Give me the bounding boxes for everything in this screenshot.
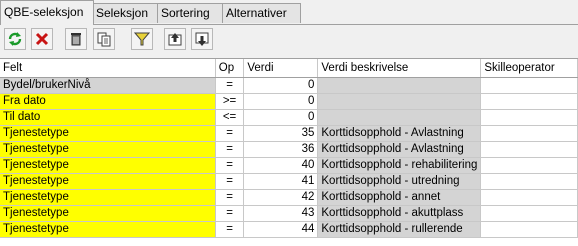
verdi-beskrivelse-cell[interactable]: Korttidsopphold - annet <box>317 189 482 206</box>
verdi-beskrivelse-cell[interactable]: Korttidsopphold - utredning <box>317 173 482 190</box>
export-icon <box>195 32 209 46</box>
delete-button[interactable] <box>31 28 53 50</box>
tab-label: Seleksjon <box>96 6 149 20</box>
tab-label: QBE-seleksjon <box>4 5 84 19</box>
trash-button[interactable] <box>65 28 87 50</box>
verdi-beskrivelse-cell[interactable] <box>317 109 482 126</box>
verdi-cell[interactable]: 0 <box>243 77 319 94</box>
skilleoperator-cell[interactable] <box>480 189 578 206</box>
table-row[interactable]: Til dato <= 0 <box>0 109 578 126</box>
tab-label: Alternativer <box>226 6 287 20</box>
header-row: Felt Op Verdi Verdi beskrivelse Skilleop… <box>0 59 578 78</box>
verdi-beskrivelse-cell[interactable] <box>317 77 482 94</box>
table-row[interactable]: Tjenestetype = 41 Korttidsopphold - utredni… <box>0 173 578 190</box>
felt-cell[interactable]: Tjenestetype <box>0 189 216 206</box>
felt-cell[interactable]: Tjenestetype <box>0 205 216 222</box>
op-cell[interactable]: = <box>215 141 245 158</box>
skilleoperator-cell[interactable] <box>480 141 578 158</box>
op-cell[interactable]: = <box>215 125 245 142</box>
verdi-beskrivelse-cell[interactable]: Korttidsopphold - rullerende <box>317 221 482 238</box>
copy-button[interactable] <box>93 28 115 50</box>
op-cell[interactable]: = <box>215 77 245 94</box>
table-row[interactable]: Tjenestetype = 40 Korttidsopphold - rehabil… <box>0 157 578 174</box>
filter-button[interactable] <box>131 28 153 50</box>
column-header-felt[interactable]: Felt <box>0 59 216 78</box>
verdi-cell[interactable]: 0 <box>243 93 319 110</box>
op-cell[interactable]: = <box>215 189 245 206</box>
verdi-cell[interactable]: 42 <box>243 189 319 206</box>
verdi-beskrivelse-cell[interactable]: Korttidsopphold - akuttplass <box>317 205 482 222</box>
verdi-cell[interactable]: 0 <box>243 109 319 126</box>
qbe-grid: Felt Op Verdi Verdi beskrivelse Skilleop… <box>0 58 578 246</box>
tab-label: Sortering <box>161 6 210 20</box>
verdi-beskrivelse-cell[interactable]: Korttidsopphold - Avlastning <box>317 125 482 142</box>
verdi-cell[interactable]: 41 <box>243 173 319 190</box>
op-cell[interactable]: = <box>215 205 245 222</box>
verdi-cell[interactable]: 36 <box>243 141 319 158</box>
op-cell[interactable]: >= <box>215 93 245 110</box>
verdi-cell[interactable]: 43 <box>243 205 319 222</box>
tab-seleksjon[interactable]: Seleksjon <box>92 3 159 23</box>
refresh-button[interactable] <box>4 28 26 50</box>
op-cell[interactable]: = <box>215 221 245 238</box>
verdi-cell[interactable]: 35 <box>243 125 319 142</box>
skilleoperator-cell[interactable] <box>480 157 578 174</box>
column-header-verdi-beskrivelse[interactable]: Verdi beskrivelse <box>317 59 482 78</box>
op-cell[interactable]: = <box>215 173 245 190</box>
skilleoperator-cell[interactable] <box>480 109 578 126</box>
column-header-verdi[interactable]: Verdi <box>243 59 319 78</box>
skilleoperator-cell[interactable] <box>480 77 578 94</box>
skilleoperator-cell[interactable] <box>480 205 578 222</box>
tab-alternativer[interactable]: Alternativer <box>222 3 301 23</box>
verdi-beskrivelse-cell[interactable] <box>317 93 482 110</box>
felt-cell[interactable]: Tjenestetype <box>0 173 216 190</box>
table-row[interactable]: Bydel/brukerNivå = 0 <box>0 77 578 94</box>
table-row[interactable]: Tjenestetype = 35 Korttidsopphold - Avlastn… <box>0 125 578 142</box>
op-cell[interactable]: = <box>215 157 245 174</box>
copy-icon <box>97 32 111 47</box>
verdi-cell[interactable]: 40 <box>243 157 319 174</box>
op-cell[interactable]: <= <box>215 109 245 126</box>
table-row[interactable]: Tjenestetype = 36 Korttidsopphold - Avlastn… <box>0 141 578 158</box>
import-button[interactable] <box>164 28 186 50</box>
table-row[interactable]: Fra dato >= 0 <box>0 93 578 110</box>
skilleoperator-cell[interactable] <box>480 221 578 238</box>
felt-cell[interactable]: Til dato <box>0 109 216 126</box>
felt-cell[interactable]: Tjenestetype <box>0 221 216 238</box>
felt-cell[interactable]: Bydel/brukerNivå <box>0 77 216 94</box>
table-row[interactable]: Tjenestetype = 44 Korttidsopphold - rullere… <box>0 221 578 238</box>
verdi-cell[interactable]: 44 <box>243 221 319 238</box>
felt-cell[interactable]: Fra dato <box>0 93 216 110</box>
trash-icon <box>71 33 81 46</box>
verdi-beskrivelse-cell[interactable]: Korttidsopphold - rehabilitering <box>317 157 482 174</box>
qbe-table: Felt Op Verdi Verdi beskrivelse Skilleop… <box>0 59 578 238</box>
felt-cell[interactable]: Tjenestetype <box>0 157 216 174</box>
skilleoperator-cell[interactable] <box>480 125 578 142</box>
table-row[interactable]: Tjenestetype = 42 Korttidsopphold - annet <box>0 189 578 206</box>
import-icon <box>168 33 182 46</box>
felt-cell[interactable]: Tjenestetype <box>0 125 216 142</box>
column-header-skilleoperator[interactable]: Skilleoperator <box>480 59 578 78</box>
filter-icon <box>134 32 150 46</box>
refresh-icon <box>8 32 22 46</box>
table-row[interactable]: Tjenestetype = 43 Korttidsopphold - akuttpl… <box>0 205 578 222</box>
tab-sortering[interactable]: Sortering <box>157 3 224 23</box>
skilleoperator-cell[interactable] <box>480 173 578 190</box>
felt-cell[interactable]: Tjenestetype <box>0 141 216 158</box>
tab-strip: QBE-seleksjon Seleksjon Sortering Altern… <box>0 0 578 25</box>
verdi-beskrivelse-cell[interactable]: Korttidsopphold - Avlastning <box>317 141 482 158</box>
column-header-op[interactable]: Op <box>215 59 245 78</box>
delete-icon <box>35 32 49 46</box>
skilleoperator-cell[interactable] <box>480 93 578 110</box>
tab-qbe-seleksjon[interactable]: QBE-seleksjon <box>0 0 94 25</box>
export-button[interactable] <box>191 28 213 50</box>
toolbar <box>0 28 578 54</box>
